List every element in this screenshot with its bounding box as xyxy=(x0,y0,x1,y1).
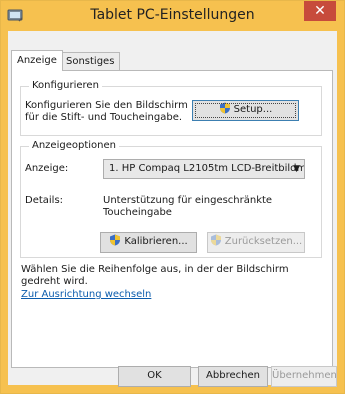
konfigurieren-group-title: Konfigurieren xyxy=(29,80,102,91)
calibrate-button[interactable]: Kalibrieren... xyxy=(100,232,197,253)
ok-button[interactable]: OK xyxy=(118,366,191,387)
dialog-footer: OK Abbrechen Übernehmen xyxy=(8,366,337,390)
display-select[interactable]: 1. HP Compaq L2105tm LCD-Breitbildm ▼ xyxy=(103,159,305,179)
tab-anzeige[interactable]: Anzeige xyxy=(11,50,63,71)
window-title: Tablet PC-Einstellungen xyxy=(90,7,255,23)
orientation-text-line1: Wählen Sie die Reihenfolge aus, in der d… xyxy=(21,264,289,275)
orientation-text-line2: gedreht wird. xyxy=(21,276,88,287)
orientation-link[interactable]: Zur Ausrichtung wechseln xyxy=(21,289,151,300)
details-line2: Toucheingabe xyxy=(103,207,172,218)
details-line1: Unterstützung für eingeschränkte xyxy=(103,195,273,206)
tab-sonstiges[interactable]: Sonstiges xyxy=(60,52,121,70)
apply-button[interactable]: Übernehmen xyxy=(271,366,337,387)
reset-button[interactable]: Zurücksetzen... xyxy=(207,232,305,253)
display-select-value: 1. HP Compaq L2105tm LCD-Breitbildm xyxy=(109,163,305,174)
uac-shield-icon xyxy=(110,234,121,246)
setup-button-focus-rect xyxy=(195,103,296,118)
cancel-button[interactable]: Abbrechen xyxy=(198,366,268,387)
konfigurieren-description-line1: Konfigurieren Sie den Bildschirm xyxy=(25,100,188,111)
konfigurieren-group: Konfigurieren Konfigurieren Sie den Bild… xyxy=(20,80,322,136)
dialog-client-area: Anzeige Sonstiges Konfigurieren Konfigur… xyxy=(8,31,337,387)
chevron-down-icon: ▼ xyxy=(293,164,300,174)
details-label: Details: xyxy=(25,195,64,206)
display-label: Anzeige: xyxy=(25,163,69,174)
uac-shield-icon xyxy=(210,234,221,246)
setup-button[interactable]: Setup... xyxy=(192,100,299,121)
close-button[interactable]: ✕ xyxy=(304,1,336,21)
calibrate-button-label: Kalibrieren... xyxy=(124,236,188,247)
dialog-window: Tablet PC-Einstellungen ✕ Anzeige Sonsti… xyxy=(0,0,345,394)
reset-button-label: Zurücksetzen... xyxy=(224,236,303,247)
anzeigeoptionen-group: Anzeigeoptionen Anzeige: 1. HP Compaq L2… xyxy=(20,140,322,258)
anzeigeoptionen-group-title: Anzeigeoptionen xyxy=(29,140,119,151)
konfigurieren-description-line2: für die Stift- und Toucheingabe. xyxy=(25,112,183,123)
tab-panel-anzeige: Konfigurieren Konfigurieren Sie den Bild… xyxy=(11,70,333,368)
title-bar[interactable]: Tablet PC-Einstellungen ✕ xyxy=(1,1,344,31)
